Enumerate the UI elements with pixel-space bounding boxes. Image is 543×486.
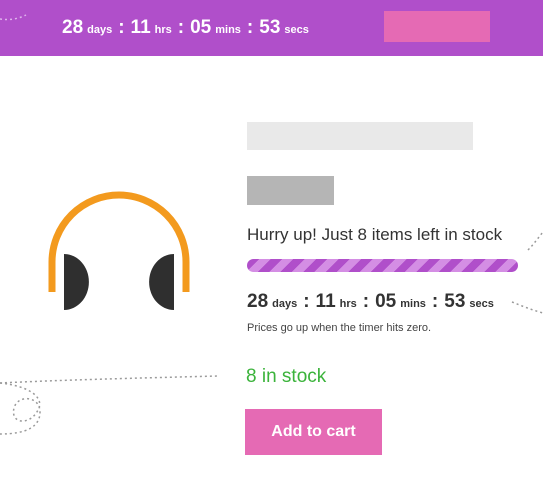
countdown-separator: :: [362, 291, 370, 312]
countdown-minutes: 05: [190, 17, 212, 38]
product-price-placeholder: [247, 176, 334, 205]
countdown-hours: 11: [130, 17, 151, 38]
countdown-seconds-unit: secs: [469, 298, 494, 310]
countdown-seconds-unit: secs: [284, 24, 309, 36]
topbar-countdown-timer: 28 days : 11 hrs : 05 mins : 53 secs: [62, 17, 309, 39]
product-countdown-timer: 28 days : 11 hrs : 05 mins : 53 secs: [247, 291, 494, 313]
countdown-note: Prices go up when the timer hits zero.: [247, 322, 432, 334]
countdown-days-unit: days: [87, 24, 113, 36]
countdown-minutes: 05: [375, 291, 397, 312]
product-title-placeholder: [247, 122, 473, 150]
countdown-days: 28: [247, 291, 269, 312]
topbar-cta-button[interactable]: [384, 11, 490, 42]
stock-status: 8 in stock: [246, 366, 327, 387]
stock-progress-bar: [247, 259, 518, 272]
decorative-dotted-line: [0, 14, 27, 21]
countdown-separator: :: [177, 17, 185, 38]
countdown-separator: :: [246, 17, 254, 38]
countdown-separator: :: [118, 17, 125, 38]
countdown-minutes-unit: mins: [215, 24, 241, 36]
announcement-bar: 28 days : 11 hrs : 05 mins : 53 secs: [0, 0, 543, 56]
countdown-days: 28: [62, 17, 84, 38]
countdown-days-unit: days: [272, 298, 298, 310]
add-to-cart-button[interactable]: Add to cart: [245, 409, 382, 455]
countdown-separator: :: [303, 291, 310, 312]
countdown-seconds: 53: [444, 291, 466, 312]
countdown-seconds: 53: [259, 17, 281, 38]
countdown-minutes-unit: mins: [400, 298, 426, 310]
countdown-hours-unit: hrs: [154, 24, 172, 36]
countdown-hours: 11: [315, 291, 336, 312]
countdown-separator: :: [431, 291, 439, 312]
headphones-icon: [48, 191, 190, 310]
stock-urgency-message: Hurry up! Just 8 items left in stock: [247, 225, 503, 244]
countdown-hours-unit: hrs: [339, 298, 357, 310]
